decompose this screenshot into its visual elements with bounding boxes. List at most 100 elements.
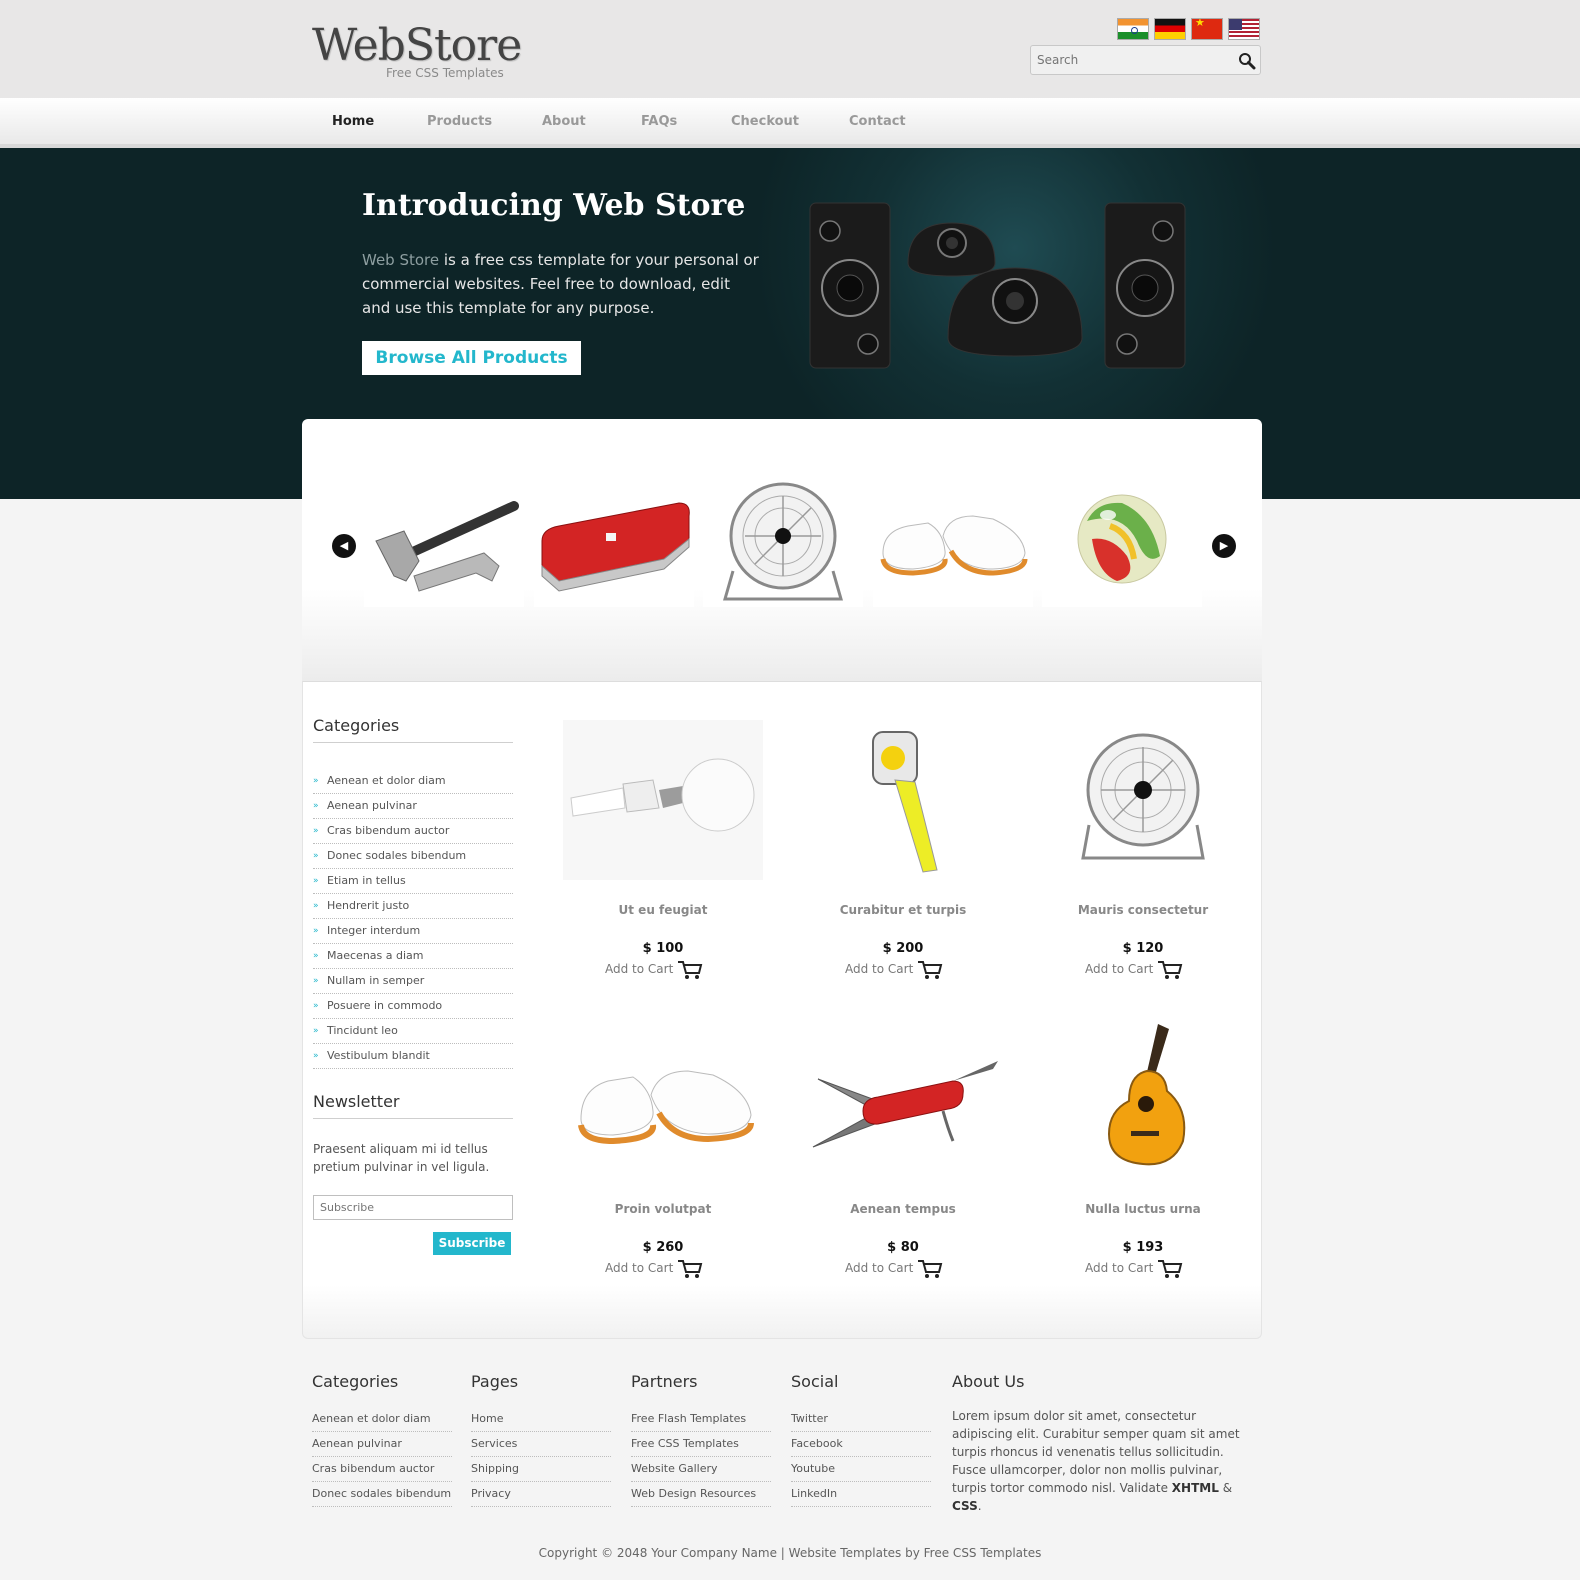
arrow-bullet-icon: » <box>313 776 319 786</box>
validate-css-link[interactable]: CSS <box>952 1499 978 1513</box>
product-card: Nulla luctus urna $ 193 Add to Cart <box>1033 1019 1253 1289</box>
category-item[interactable]: » Donec sodales bibendum <box>313 844 513 869</box>
carousel-item-fan[interactable] <box>703 481 863 607</box>
category-item[interactable]: » Integer interdum <box>313 919 513 944</box>
arrow-bullet-icon: » <box>313 976 319 986</box>
newsletter-heading: Newsletter <box>313 1092 400 1111</box>
category-item[interactable]: » Maecenas a diam <box>313 944 513 969</box>
footer-link[interactable]: Aenean et dolor diam <box>312 1407 452 1432</box>
flag-germany-icon[interactable] <box>1154 18 1186 40</box>
desk-fan-icon <box>723 482 843 601</box>
white-shoes-image[interactable] <box>563 1019 763 1179</box>
category-item[interactable]: » Nullam in semper <box>313 969 513 994</box>
search-input[interactable] <box>1037 50 1227 70</box>
category-item[interactable]: » Posuere in commodo <box>313 994 513 1019</box>
browse-all-products-button[interactable]: Browse All Products <box>362 341 581 375</box>
product-price: $ 200 <box>882 941 924 956</box>
product-price: $ 80 <box>887 1240 919 1255</box>
newsletter-text: Praesent aliquam mi id tellus pretium pu… <box>313 1142 490 1174</box>
arrow-bullet-icon: » <box>313 926 319 936</box>
category-item[interactable]: » Aenean et dolor diam <box>313 769 513 794</box>
carousel-prev-icon[interactable]: ◀ <box>332 534 356 558</box>
category-item[interactable]: » Tincidunt leo <box>313 1019 513 1044</box>
search-icon[interactable] <box>1238 52 1256 70</box>
category-item[interactable]: » Etiam in tellus <box>313 869 513 894</box>
footer-link[interactable]: Free CSS Templates <box>631 1432 771 1457</box>
footer-link[interactable]: Privacy <box>471 1482 611 1507</box>
footer-categories-list: Aenean et dolor diam Aenean pulvinar Cra… <box>312 1407 452 1507</box>
arrow-bullet-icon: » <box>313 851 319 861</box>
footer-link[interactable]: Aenean pulvinar <box>312 1432 452 1457</box>
category-item[interactable]: » Hendrerit justo <box>313 894 513 919</box>
flag-india-icon[interactable] <box>1117 18 1149 40</box>
search-box <box>1030 45 1261 75</box>
tape-measure-image[interactable] <box>803 720 1003 880</box>
footer-link[interactable]: Home <box>471 1407 611 1432</box>
product-name[interactable]: Mauris consectetur <box>1033 903 1253 917</box>
nav-contact[interactable]: Contact <box>849 114 906 129</box>
footer-link[interactable]: Website Gallery <box>631 1457 771 1482</box>
pocket-knife-image[interactable] <box>803 1019 1003 1179</box>
product-name[interactable]: Aenean tempus <box>793 1202 1013 1216</box>
main-nav: Home Products About FAQs Checkout Contac… <box>0 98 1580 148</box>
logo-title[interactable]: WebStore <box>312 20 522 71</box>
nav-checkout[interactable]: Checkout <box>731 114 799 129</box>
carousel-item-hammer[interactable] <box>364 481 524 607</box>
arrow-bullet-icon: » <box>313 901 319 911</box>
nav-about[interactable]: About <box>542 114 586 129</box>
newsletter-email-field[interactable] <box>313 1195 513 1220</box>
footer-link[interactable]: LinkedIn <box>791 1482 931 1507</box>
logo-subtitle: Free CSS Templates <box>386 66 504 80</box>
language-flags <box>1117 18 1260 40</box>
carousel-item-knife[interactable] <box>534 481 694 607</box>
footer-social: Social Twitter Facebook Youtube LinkedIn <box>791 1372 931 1507</box>
product-name[interactable]: Ut eu feugiat <box>553 903 773 917</box>
product-name[interactable]: Curabitur et turpis <box>793 903 1013 917</box>
hero-text-highlight: Web Store <box>362 251 440 269</box>
nav-home[interactable]: Home <box>332 114 374 129</box>
footer-link[interactable]: Services <box>471 1432 611 1457</box>
footer-link[interactable]: Free Flash Templates <box>631 1407 771 1432</box>
nav-faqs[interactable]: FAQs <box>641 114 677 129</box>
product-price: $ 120 <box>1122 941 1164 956</box>
white-shoes-icon <box>880 515 1028 576</box>
category-item[interactable]: » Vestibulum blandit <box>313 1044 513 1069</box>
nav-products[interactable]: Products <box>427 114 492 129</box>
footer-about-heading: About Us <box>952 1372 1025 1391</box>
product-card: Aenean tempus $ 80 Add to Cart <box>793 1019 1013 1289</box>
add-to-cart-button[interactable]: Add to Cart <box>845 1259 965 1279</box>
carousel-next-icon[interactable]: ▶ <box>1212 534 1236 558</box>
product-card: Mauris consectetur $ 120 Add to Cart <box>1033 720 1253 990</box>
footer-link[interactable]: Twitter <box>791 1407 931 1432</box>
light-bulbs-image[interactable] <box>563 720 763 880</box>
add-to-cart-button[interactable]: Add to Cart <box>605 1259 725 1279</box>
footer-pages-list: Home Services Shipping Privacy <box>471 1407 611 1507</box>
shopping-cart-icon <box>1158 961 1183 979</box>
add-to-cart-button[interactable]: Add to Cart <box>605 960 725 980</box>
category-item[interactable]: » Cras bibendum auctor <box>313 819 513 844</box>
add-to-cart-button[interactable]: Add to Cart <box>1085 1259 1205 1279</box>
footer-link[interactable]: Facebook <box>791 1432 931 1457</box>
arrow-bullet-icon: » <box>313 801 319 811</box>
add-to-cart-button[interactable]: Add to Cart <box>1085 960 1205 980</box>
product-name[interactable]: Proin volutpat <box>553 1202 773 1216</box>
add-to-cart-button[interactable]: Add to Cart <box>845 960 965 980</box>
footer-categories-heading: Categories <box>312 1372 399 1391</box>
product-name[interactable]: Nulla luctus urna <box>1033 1202 1253 1216</box>
desk-fan-image[interactable] <box>1043 720 1243 880</box>
acoustic-guitar-image[interactable] <box>1043 1019 1243 1179</box>
footer-link[interactable]: Youtube <box>791 1457 931 1482</box>
footer-link[interactable]: Cras bibendum auctor <box>312 1457 452 1482</box>
carousel-item-marble[interactable] <box>1042 481 1202 607</box>
validate-xhtml-link[interactable]: XHTML <box>1172 1481 1219 1495</box>
subscribe-button[interactable]: Subscribe <box>433 1232 511 1255</box>
speakers-image <box>809 202 1186 369</box>
carousel-item-shoes[interactable] <box>873 481 1033 607</box>
arrow-bullet-icon: » <box>313 1026 319 1036</box>
footer-link[interactable]: Web Design Resources <box>631 1482 771 1507</box>
flag-usa-icon[interactable] <box>1228 18 1260 40</box>
footer-link[interactable]: Shipping <box>471 1457 611 1482</box>
category-item[interactable]: » Aenean pulvinar <box>313 794 513 819</box>
flag-china-icon[interactable] <box>1191 18 1223 40</box>
footer-link[interactable]: Donec sodales bibendum <box>312 1482 452 1507</box>
